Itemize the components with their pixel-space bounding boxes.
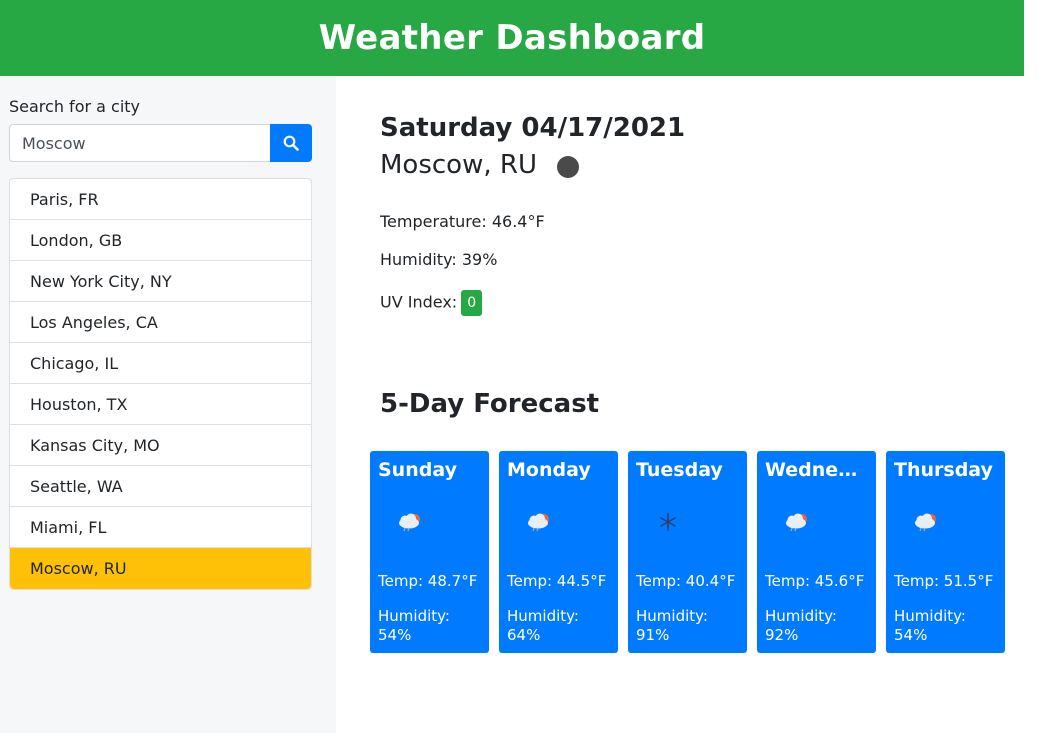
forecast-day: Sunday — [378, 459, 457, 481]
snowflake-icon — [660, 513, 676, 531]
forecast-humidity: Humidity: 92% — [765, 607, 837, 644]
current-city: Moscow, RU — [380, 150, 579, 180]
city-item-new-york[interactable]: New York City, NY — [10, 261, 311, 302]
city-item-seattle[interactable]: Seattle, WA — [10, 466, 311, 507]
current-humidity: Humidity: 39% — [380, 250, 498, 269]
city-item-moscow[interactable]: Moscow, RU — [10, 548, 311, 589]
forecast-day: Monday — [507, 459, 591, 481]
forecast-card: Monday Temp: 44.5°F Humidity: 64% — [499, 451, 618, 653]
forecast-card: Tuesday Temp: 40.4°F Humidity: 91% — [628, 451, 747, 653]
forecast-temp: Temp: 45.6°F — [765, 572, 865, 590]
city-item-kansas-city[interactable]: Kansas City, MO — [10, 425, 311, 466]
current-date: Saturday 04/17/2021 — [380, 113, 686, 143]
forecast-temp: Temp: 51.5°F — [894, 572, 994, 590]
city-history-list: Paris, FR London, GB New York City, NY L… — [9, 178, 312, 590]
search-icon — [283, 135, 299, 151]
city-item-houston[interactable]: Houston, TX — [10, 384, 311, 425]
city-item-los-angeles[interactable]: Los Angeles, CA — [10, 302, 311, 343]
current-city-name: Moscow, RU — [380, 150, 537, 180]
forecast-temp: Temp: 40.4°F — [636, 572, 736, 590]
uv-label: UV Index: — [380, 292, 458, 312]
sidebar: Search for a city Paris, FR London, GB N… — [0, 76, 336, 733]
forecast-humidity: Humidity: 91% — [636, 607, 708, 644]
forecast-temp: Temp: 44.5°F — [507, 572, 607, 590]
current-uv-index: UV Index: 0 — [380, 290, 483, 316]
search-form — [9, 124, 312, 162]
city-item-chicago[interactable]: Chicago, IL — [10, 343, 311, 384]
app-header: Weather Dashboard — [0, 0, 1024, 76]
forecast-day: Wednesday — [765, 459, 868, 481]
forecast-day: Thursday — [894, 459, 993, 481]
weather-condition-icon — [556, 156, 579, 178]
forecast-card: Sunday Temp: 48.7°F Humidity: 54% — [370, 451, 489, 653]
forecast-temp: Temp: 48.7°F — [378, 572, 478, 590]
forecast-title: 5-Day Forecast — [380, 389, 600, 419]
search-label: Search for a city — [9, 97, 141, 116]
forecast-humidity: Humidity: 64% — [507, 607, 579, 644]
forecast-card: Wednesday Temp: 45.6°F Humidity: 92% — [757, 451, 876, 653]
search-input[interactable] — [9, 124, 270, 162]
city-item-miami[interactable]: Miami, FL — [10, 507, 311, 548]
city-item-paris[interactable]: Paris, FR — [10, 179, 311, 220]
cloud-rain-sun-icon — [399, 513, 420, 532]
city-item-london[interactable]: London, GB — [10, 220, 311, 261]
forecast-day: Tuesday — [636, 459, 723, 481]
search-button[interactable] — [270, 124, 312, 162]
uv-badge: 0 — [461, 290, 483, 316]
cloud-rain-sun-icon — [528, 513, 549, 532]
page-title: Weather Dashboard — [318, 18, 706, 58]
forecast-cards: Sunday Temp: 48.7°F Humidity: 54% Monday… — [370, 451, 1005, 653]
forecast-card: Thursday Temp: 51.5°F Humidity: 54% — [886, 451, 1005, 653]
current-temperature: Temperature: 46.4°F — [380, 212, 545, 231]
forecast-humidity: Humidity: 54% — [378, 607, 450, 644]
forecast-humidity: Humidity: 54% — [894, 607, 966, 644]
cloud-rain-sun-icon — [915, 513, 936, 532]
cloud-rain-sun-icon — [786, 513, 807, 532]
